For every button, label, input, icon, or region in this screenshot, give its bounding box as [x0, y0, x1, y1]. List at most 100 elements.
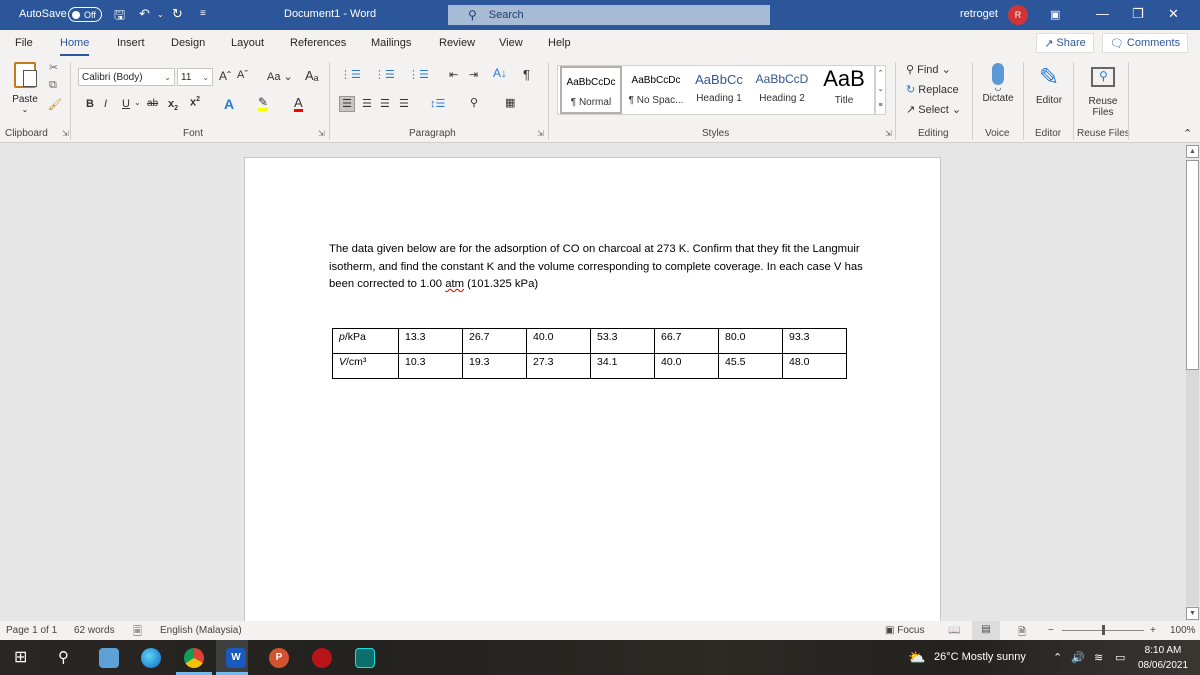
line-spacing-icon[interactable]: ↕☰: [430, 97, 445, 110]
multilevel-list-icon[interactable]: ⋮☰: [408, 68, 429, 81]
document-page[interactable]: The data given below are for the adsorpt…: [244, 157, 941, 621]
clipboard-launcher-icon[interactable]: ⇲: [62, 129, 69, 138]
styles-launcher-icon[interactable]: ⇲: [885, 129, 892, 138]
table-cell[interactable]: 80.0: [718, 328, 783, 354]
news-app-icon[interactable]: [99, 648, 119, 668]
tab-references[interactable]: References: [290, 37, 346, 49]
bullets-icon[interactable]: ⋮☰: [340, 68, 361, 81]
style-heading-1[interactable]: AaBbCc Heading 1: [688, 66, 750, 114]
style-no-spacing[interactable]: AaBbCcDc ¶ No Spac...: [624, 66, 688, 114]
restore-icon[interactable]: ❐: [1132, 6, 1144, 22]
volume-icon[interactable]: 🔊: [1071, 651, 1085, 664]
font-size-combo[interactable]: 11 ⌄: [177, 68, 213, 86]
grow-font-icon[interactable]: Aˆ: [219, 69, 231, 83]
style-heading-2[interactable]: AaBbCcD Heading 2: [750, 66, 814, 114]
decrease-indent-icon[interactable]: ⇤: [449, 68, 458, 81]
misspelled-word[interactable]: atm: [445, 278, 464, 290]
format-painter-icon[interactable]: 🖌: [48, 98, 62, 111]
ribbon-display-icon[interactable]: ▣: [1050, 8, 1060, 21]
scrollbar-track[interactable]: [1186, 370, 1199, 606]
table-cell[interactable]: 34.1: [590, 353, 655, 379]
word-icon[interactable]: W: [226, 648, 246, 668]
table-cell[interactable]: 45.5: [718, 353, 783, 379]
cut-icon[interactable]: ✂: [49, 61, 58, 74]
scrollbar-thumb[interactable]: [1186, 160, 1199, 370]
close-icon[interactable]: ✕: [1168, 6, 1179, 22]
share-button[interactable]: ↗ Share: [1036, 33, 1094, 53]
tab-file[interactable]: File: [15, 37, 33, 49]
redo-icon[interactable]: ↻: [172, 6, 183, 22]
align-left-icon[interactable]: ☰: [339, 96, 355, 112]
clear-formatting-icon[interactable]: Aₐ: [305, 68, 319, 83]
focus-button[interactable]: ▣ Focus: [885, 625, 924, 636]
zoom-slider-thumb[interactable]: [1102, 625, 1105, 635]
tab-help[interactable]: Help: [548, 37, 571, 49]
powerpoint-icon[interactable]: P: [269, 648, 289, 668]
collapse-ribbon-icon[interactable]: ⌃: [1183, 127, 1192, 140]
font-launcher-icon[interactable]: ⇲: [318, 129, 325, 138]
paragraph-launcher-icon[interactable]: ⇲: [537, 129, 544, 138]
chevron-down-icon[interactable]: ⌄: [134, 98, 141, 107]
style-title[interactable]: AaB Title: [814, 66, 874, 114]
page-count[interactable]: Page 1 of 1: [6, 625, 57, 636]
search-icon[interactable]: ⚲: [58, 648, 78, 668]
font-color-icon[interactable]: A: [294, 96, 303, 112]
search-box[interactable]: ⚲ Search: [448, 5, 770, 25]
clock[interactable]: 8:10 AM 08/06/2021: [1138, 643, 1188, 673]
undo-dropdown-icon[interactable]: ⌄: [157, 10, 164, 19]
table-cell[interactable]: 40.0: [526, 328, 591, 354]
battery-icon[interactable]: ▭: [1115, 651, 1125, 664]
chevron-up-icon[interactable]: ⌃: [876, 66, 885, 82]
word-count[interactable]: 62 words: [74, 625, 115, 636]
comments-button[interactable]: 🗨 Comments: [1102, 33, 1188, 53]
minimize-icon[interactable]: —: [1096, 6, 1109, 21]
question-paragraph[interactable]: The data given below are for the adsorpt…: [329, 241, 869, 294]
copy-icon[interactable]: ⧉: [49, 79, 57, 92]
table-cell[interactable]: 27.3: [526, 353, 591, 379]
replace-button[interactable]: ↻ Replace: [906, 83, 959, 96]
subscript-icon[interactable]: x2: [168, 98, 178, 112]
shading-icon[interactable]: ⚲: [470, 96, 478, 109]
show-formatting-icon[interactable]: ¶: [523, 67, 530, 82]
tab-mailings[interactable]: Mailings: [371, 37, 411, 49]
tab-design[interactable]: Design: [171, 37, 205, 49]
table-cell[interactable]: 13.3: [398, 328, 463, 354]
row-header-pressure[interactable]: p/kPa: [332, 328, 399, 354]
paste-button[interactable]: Paste ⌄: [10, 59, 40, 114]
read-mode-icon[interactable]: 📖: [948, 625, 960, 636]
chrome-icon[interactable]: [184, 648, 204, 668]
customize-qat-icon[interactable]: ≡: [200, 8, 206, 19]
show-hidden-icons[interactable]: ⌃: [1053, 651, 1062, 664]
table-cell[interactable]: 40.0: [654, 353, 719, 379]
weather-text[interactable]: 26°C Mostly sunny: [934, 651, 1026, 663]
tab-layout[interactable]: Layout: [231, 37, 264, 49]
find-button[interactable]: ⚲ Find ⌄: [906, 63, 951, 76]
underline-icon[interactable]: U: [122, 98, 130, 110]
tab-view[interactable]: View: [499, 37, 523, 49]
save-icon[interactable]: 🖫: [114, 6, 125, 28]
tab-insert[interactable]: Insert: [117, 37, 145, 49]
tab-review[interactable]: Review: [439, 37, 475, 49]
increase-indent-icon[interactable]: ⇥: [469, 68, 478, 81]
table-cell[interactable]: 93.3: [782, 328, 847, 354]
align-right-icon[interactable]: ☰: [380, 97, 390, 110]
text-effects-icon[interactable]: A: [224, 96, 234, 112]
more-styles-icon[interactable]: ≡: [876, 98, 885, 114]
table-cell[interactable]: 26.7: [462, 328, 527, 354]
justify-icon[interactable]: ☰: [399, 97, 409, 110]
change-case-button[interactable]: Aa ⌄: [267, 70, 293, 83]
highlight-icon[interactable]: ✎: [258, 96, 269, 111]
editor-button[interactable]: ✎ Editor: [1032, 63, 1066, 106]
styles-scroll[interactable]: ⌃ ⌄ ≡: [875, 65, 886, 115]
red-app-icon[interactable]: [312, 648, 332, 668]
scroll-up-icon[interactable]: ▲: [1186, 145, 1199, 158]
font-name-combo[interactable]: Calibri (Body) ⌄: [78, 68, 175, 86]
language[interactable]: English (Malaysia): [160, 625, 242, 636]
shrink-font-icon[interactable]: Aˇ: [237, 69, 248, 81]
wifi-icon[interactable]: ≋: [1094, 651, 1103, 664]
table-cell[interactable]: 48.0: [782, 353, 847, 379]
select-button[interactable]: ↗ Select ⌄: [906, 103, 961, 116]
edge-icon[interactable]: [141, 648, 161, 668]
avatar[interactable]: R: [1008, 5, 1028, 25]
weather-icon[interactable]: ⛅: [908, 649, 925, 666]
